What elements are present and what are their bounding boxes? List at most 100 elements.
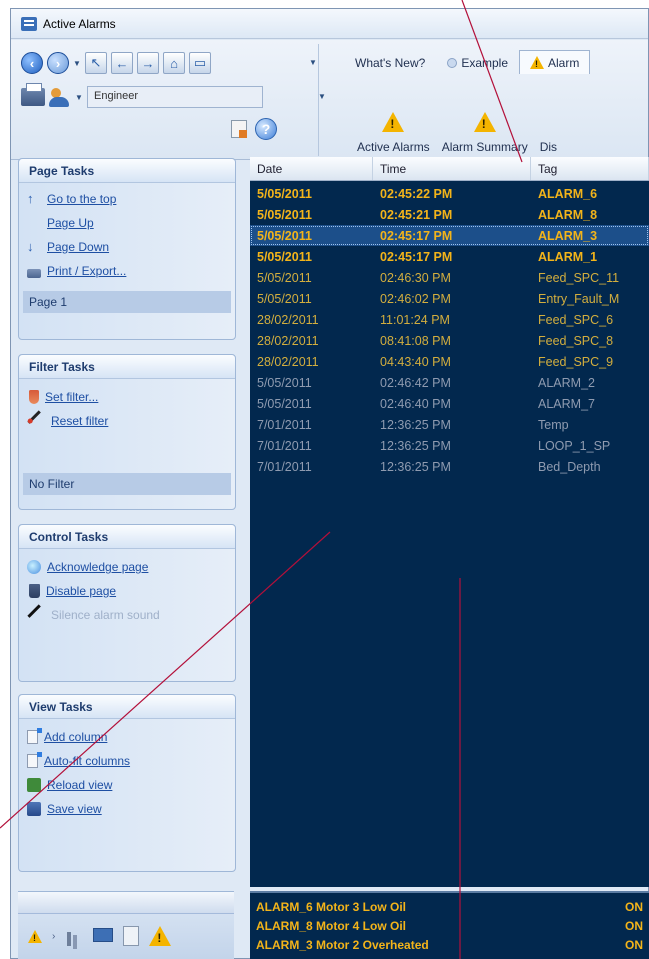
alarm-summary-button[interactable]: Alarm Summary <box>436 84 534 154</box>
banner-row[interactable]: ALARM_6 Motor 3 Low Oil ON <box>250 897 649 916</box>
reset-filter-task[interactable]: Reset filter <box>19 409 235 433</box>
task-link[interactable]: Auto-fit columns <box>44 754 130 768</box>
user-select[interactable]: Engineer <box>87 86 263 108</box>
cell-date: 28/02/2011 <box>257 333 319 348</box>
home-icon[interactable]: ⌂ <box>163 52 185 74</box>
column-header-tag[interactable]: Tag <box>531 157 649 180</box>
arrow-right-icon: › <box>52 930 56 942</box>
window-icon[interactable]: ▭ <box>189 52 211 74</box>
cell-date: 5/05/2011 <box>257 249 312 264</box>
banner-row[interactable]: ALARM_8 Motor 4 Low Oil ON <box>250 916 649 935</box>
table-row[interactable]: 7/01/2011 12:36:25 PM Bed_Depth <box>250 456 649 477</box>
table-row[interactable]: 5/05/2011 02:45:17 PM ALARM_1 <box>250 246 649 267</box>
menu-dropdown-icon[interactable]: ▼ <box>309 58 317 67</box>
cell-tag: Feed_SPC_8 <box>538 333 614 348</box>
page-up-task[interactable]: Page Up <box>19 211 235 235</box>
user-dropdown-icon[interactable]: ▼ <box>75 93 83 102</box>
table-row[interactable]: 5/05/2011 02:46:30 PM Feed_SPC_11 <box>250 267 649 288</box>
arrow-down-icon: ↓ <box>27 239 34 254</box>
task-link[interactable]: Print / Export... <box>47 264 126 278</box>
cell-tag: Temp <box>538 417 569 432</box>
auto-fit-columns-task[interactable]: Auto-fit columns <box>19 749 235 773</box>
cell-tag: Entry_Fault_M <box>538 291 620 306</box>
disable-page-task[interactable]: Disable page <box>19 579 235 603</box>
cell-date: 5/05/2011 <box>257 228 312 243</box>
alarm-screen-icon[interactable] <box>93 926 114 946</box>
user-row: ▼ Engineer <box>21 83 263 108</box>
back-icon[interactable]: ‹ <box>21 52 43 74</box>
printer-icon[interactable] <box>21 83 45 106</box>
previous-page-icon[interactable]: ← <box>111 52 133 74</box>
table-row[interactable]: 5/05/2011 02:45:17 PM ALARM_3 <box>250 225 649 246</box>
table-row[interactable]: 5/05/2011 02:46:42 PM ALARM_2 <box>250 372 649 393</box>
column-header-date[interactable]: Date <box>250 157 373 180</box>
tab-label: Example <box>461 56 508 70</box>
forward-icon[interactable]: › <box>47 52 69 74</box>
active-alarms-button[interactable]: Active Alarms <box>351 84 436 154</box>
users-icon[interactable] <box>49 87 71 107</box>
table-row[interactable]: 5/05/2011 02:45:21 PM ALARM_8 <box>250 204 649 225</box>
filter-status: No Filter <box>23 473 231 495</box>
filter-icon <box>29 390 39 404</box>
save-view-task[interactable]: Save view <box>19 797 235 821</box>
title-bar: Active Alarms <box>11 9 648 39</box>
table-row[interactable]: 5/05/2011 02:45:22 PM ALARM_6 <box>250 183 649 204</box>
cell-date: 5/05/2011 <box>257 396 312 411</box>
task-link[interactable]: Disable page <box>46 584 116 598</box>
cell-date: 5/05/2011 <box>257 375 312 390</box>
go-to-top-task[interactable]: ↑ Go to the top <box>19 187 235 211</box>
footer-bar <box>18 892 234 914</box>
alarm-levels-icon[interactable] <box>65 926 83 946</box>
tab-whats-new[interactable]: What's New? <box>344 52 436 74</box>
column-header-time[interactable]: Time <box>373 157 531 180</box>
set-filter-task[interactable]: Set filter... <box>19 385 235 409</box>
table-row[interactable]: 28/02/2011 08:41:08 PM Feed_SPC_8 <box>250 330 649 351</box>
banner-row[interactable]: ALARM_3 Motor 2 Overheated ON <box>250 935 649 954</box>
task-link[interactable]: Page Up <box>47 216 94 230</box>
navigation-buttons: ‹ › ▼ ↖ ← → ⌂ ▭ <box>21 52 211 74</box>
help-icon[interactable]: ? <box>255 118 277 140</box>
cell-date: 5/05/2011 <box>257 207 312 222</box>
table-row[interactable]: 28/02/2011 11:01:24 PM Feed_SPC_6 <box>250 309 649 330</box>
example-icon <box>447 58 458 68</box>
banner-state: ON <box>625 918 643 933</box>
alarm-log-icon[interactable] <box>121 926 140 946</box>
disabled-alarms-button[interactable]: Dis <box>534 84 563 154</box>
reload-view-task[interactable]: Reload view <box>19 773 235 797</box>
table-row[interactable]: 5/05/2011 02:46:40 PM ALARM_7 <box>250 393 649 414</box>
next-page-icon[interactable]: → <box>137 52 159 74</box>
table-row[interactable]: 7/01/2011 12:36:25 PM Temp <box>250 414 649 435</box>
task-link[interactable]: Reset filter <box>51 414 108 428</box>
page-tabs: What's New? Example Alarm <box>344 50 591 74</box>
history-dropdown-icon[interactable]: ▼ <box>73 59 81 68</box>
cell-tag: ALARM_2 <box>538 375 595 390</box>
select-pointer-icon[interactable]: ↖ <box>85 52 107 74</box>
report-icon[interactable] <box>231 120 247 138</box>
alarm-warning-icon[interactable] <box>28 929 42 943</box>
ribbon-label: Dis <box>539 140 558 154</box>
page-status: Page 1 <box>23 291 231 313</box>
task-link[interactable]: Acknowledge page <box>47 560 148 574</box>
table-row[interactable]: 5/05/2011 02:46:02 PM Entry_Fault_M <box>250 288 649 309</box>
table-row[interactable]: 28/02/2011 04:43:40 PM Feed_SPC_9 <box>250 351 649 372</box>
task-link[interactable]: Save view <box>47 802 102 816</box>
task-link[interactable]: Page Down <box>47 240 109 254</box>
task-link[interactable]: Set filter... <box>45 390 98 404</box>
add-column-task[interactable]: Add column <box>19 725 235 749</box>
alarm-summary-warning-icon[interactable] <box>149 926 172 946</box>
table-row[interactable]: 7/01/2011 12:36:25 PM LOOP_1_SP <box>250 435 649 456</box>
task-link[interactable]: Go to the top <box>47 192 116 206</box>
cell-date: 7/01/2011 <box>257 417 312 432</box>
cell-time: 08:41:08 PM <box>380 333 451 348</box>
filter-tasks-panel: Filter Tasks Set filter... Reset filter … <box>18 354 236 510</box>
tab-alarms[interactable]: Alarm <box>519 50 591 74</box>
task-link[interactable]: Reload view <box>47 778 112 792</box>
cell-date: 5/05/2011 <box>257 186 312 201</box>
task-link[interactable]: Add column <box>44 730 107 744</box>
acknowledge-page-task[interactable]: Acknowledge page <box>19 555 235 579</box>
print-export-task[interactable]: Print / Export... <box>19 259 235 283</box>
page-tasks-panel: Page Tasks ↑ Go to the top Page Up ↓ Pag… <box>18 158 236 340</box>
page-down-task[interactable]: ↓ Page Down <box>19 235 235 259</box>
ribbon-dropdown-icon[interactable]: ▼ <box>318 92 326 101</box>
tab-example[interactable]: Example <box>436 52 519 74</box>
